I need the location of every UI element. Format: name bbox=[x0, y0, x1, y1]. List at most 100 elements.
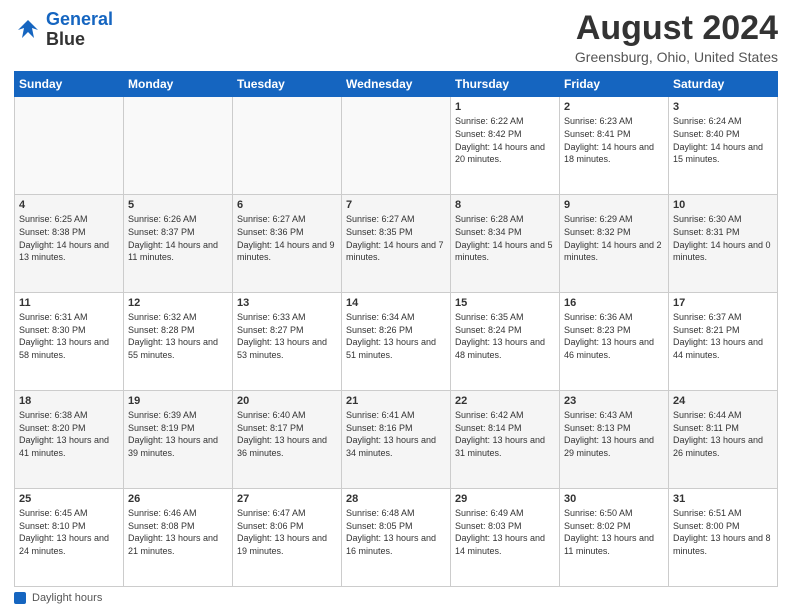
day-info: Sunrise: 6:32 AM Sunset: 8:28 PM Dayligh… bbox=[128, 311, 228, 361]
table-row: 27 Sunrise: 6:47 AM Sunset: 8:06 PM Dayli… bbox=[233, 489, 342, 587]
day-info: Sunrise: 6:22 AM Sunset: 8:42 PM Dayligh… bbox=[455, 115, 555, 165]
day-info: Sunrise: 6:33 AM Sunset: 8:27 PM Dayligh… bbox=[237, 311, 337, 361]
calendar-table: Sunday Monday Tuesday Wednesday Thursday… bbox=[14, 71, 778, 587]
day-number: 4 bbox=[19, 199, 119, 211]
day-number: 5 bbox=[128, 199, 228, 211]
table-row: 24 Sunrise: 6:44 AM Sunset: 8:11 PM Dayli… bbox=[669, 391, 778, 489]
day-info: Sunrise: 6:46 AM Sunset: 8:08 PM Dayligh… bbox=[128, 507, 228, 557]
table-row bbox=[342, 97, 451, 195]
col-wednesday: Wednesday bbox=[342, 72, 451, 97]
day-number: 6 bbox=[237, 199, 337, 211]
table-row: 3Sunrise: 6:24 AM Sunset: 8:40 PM Daylig… bbox=[669, 97, 778, 195]
day-info: Sunrise: 6:29 AM Sunset: 8:32 PM Dayligh… bbox=[564, 213, 664, 263]
calendar-week-row: 11 Sunrise: 6:31 AM Sunset: 8:30 PM Dayli… bbox=[15, 293, 778, 391]
table-row: 14Sunrise: 6:34 AM Sunset: 8:26 PM Dayli… bbox=[342, 293, 451, 391]
day-info: Sunrise: 6:35 AM Sunset: 8:24 PM Dayligh… bbox=[455, 311, 555, 361]
day-number: 26 bbox=[128, 493, 228, 505]
table-row: 1 Sunrise: 6:22 AM Sunset: 8:42 PM Daylig… bbox=[451, 97, 560, 195]
day-number: 2 bbox=[564, 101, 664, 113]
day-number: 17 bbox=[673, 297, 773, 309]
title-block: August 2024 Greensburg, Ohio, United Sta… bbox=[575, 10, 778, 65]
table-row: 6 Sunrise: 6:27 AM Sunset: 8:36 PM Daylig… bbox=[233, 195, 342, 293]
table-row: 5Sunrise: 6:26 AM Sunset: 8:37 PM Daylig… bbox=[124, 195, 233, 293]
table-row: 10 Sunrise: 6:30 AM Sunset: 8:31 PM Dayli… bbox=[669, 195, 778, 293]
table-row: 16 Sunrise: 6:36 AM Sunset: 8:23 PM Dayli… bbox=[560, 293, 669, 391]
table-row: 18 Sunrise: 6:38 AM Sunset: 8:20 PM Dayli… bbox=[15, 391, 124, 489]
day-number: 31 bbox=[673, 493, 773, 505]
logo-bird-icon bbox=[14, 16, 42, 44]
col-monday: Monday bbox=[124, 72, 233, 97]
table-row: 21Sunrise: 6:41 AM Sunset: 8:16 PM Dayli… bbox=[342, 391, 451, 489]
table-row: 19Sunrise: 6:39 AM Sunset: 8:19 PM Dayli… bbox=[124, 391, 233, 489]
day-number: 14 bbox=[346, 297, 446, 309]
table-row: 17Sunrise: 6:37 AM Sunset: 8:21 PM Dayli… bbox=[669, 293, 778, 391]
day-number: 9 bbox=[564, 199, 664, 211]
day-info: Sunrise: 6:28 AM Sunset: 8:34 PM Dayligh… bbox=[455, 213, 555, 263]
col-saturday: Saturday bbox=[669, 72, 778, 97]
calendar-week-row: 18 Sunrise: 6:38 AM Sunset: 8:20 PM Dayli… bbox=[15, 391, 778, 489]
col-tuesday: Tuesday bbox=[233, 72, 342, 97]
day-number: 25 bbox=[19, 493, 119, 505]
day-info: Sunrise: 6:30 AM Sunset: 8:31 PM Dayligh… bbox=[673, 213, 773, 263]
table-row: 29 Sunrise: 6:49 AM Sunset: 8:03 PM Dayli… bbox=[451, 489, 560, 587]
page: General Blue August 2024 Greensburg, Ohi… bbox=[0, 0, 792, 612]
day-number: 23 bbox=[564, 395, 664, 407]
table-row: 8 Sunrise: 6:28 AM Sunset: 8:34 PM Daylig… bbox=[451, 195, 560, 293]
table-row: 12Sunrise: 6:32 AM Sunset: 8:28 PM Dayli… bbox=[124, 293, 233, 391]
day-info: Sunrise: 6:31 AM Sunset: 8:30 PM Dayligh… bbox=[19, 311, 119, 361]
day-info: Sunrise: 6:51 AM Sunset: 8:00 PM Dayligh… bbox=[673, 507, 773, 557]
header: General Blue August 2024 Greensburg, Ohi… bbox=[14, 10, 778, 65]
table-row: 30 Sunrise: 6:50 AM Sunset: 8:02 PM Dayli… bbox=[560, 489, 669, 587]
footer: Daylight hours bbox=[14, 592, 778, 604]
day-info: Sunrise: 6:25 AM Sunset: 8:38 PM Dayligh… bbox=[19, 213, 119, 263]
table-row: 28Sunrise: 6:48 AM Sunset: 8:05 PM Dayli… bbox=[342, 489, 451, 587]
col-friday: Friday bbox=[560, 72, 669, 97]
table-row: 20 Sunrise: 6:40 AM Sunset: 8:17 PM Dayli… bbox=[233, 391, 342, 489]
logo: General Blue bbox=[14, 10, 113, 50]
day-number: 11 bbox=[19, 297, 119, 309]
calendar-week-row: 1 Sunrise: 6:22 AM Sunset: 8:42 PM Daylig… bbox=[15, 97, 778, 195]
day-info: Sunrise: 6:50 AM Sunset: 8:02 PM Dayligh… bbox=[564, 507, 664, 557]
col-thursday: Thursday bbox=[451, 72, 560, 97]
day-info: Sunrise: 6:27 AM Sunset: 8:36 PM Dayligh… bbox=[237, 213, 337, 263]
day-number: 22 bbox=[455, 395, 555, 407]
day-number: 30 bbox=[564, 493, 664, 505]
day-info: Sunrise: 6:48 AM Sunset: 8:05 PM Dayligh… bbox=[346, 507, 446, 557]
day-info: Sunrise: 6:27 AM Sunset: 8:35 PM Dayligh… bbox=[346, 213, 446, 263]
table-row: 2Sunrise: 6:23 AM Sunset: 8:41 PM Daylig… bbox=[560, 97, 669, 195]
table-row: 4 Sunrise: 6:25 AM Sunset: 8:38 PM Daylig… bbox=[15, 195, 124, 293]
day-number: 27 bbox=[237, 493, 337, 505]
day-info: Sunrise: 6:44 AM Sunset: 8:11 PM Dayligh… bbox=[673, 409, 773, 459]
day-number: 16 bbox=[564, 297, 664, 309]
day-info: Sunrise: 6:40 AM Sunset: 8:17 PM Dayligh… bbox=[237, 409, 337, 459]
day-number: 7 bbox=[346, 199, 446, 211]
day-number: 18 bbox=[19, 395, 119, 407]
day-number: 10 bbox=[673, 199, 773, 211]
table-row: 11 Sunrise: 6:31 AM Sunset: 8:30 PM Dayli… bbox=[15, 293, 124, 391]
day-number: 24 bbox=[673, 395, 773, 407]
calendar-header-row: Sunday Monday Tuesday Wednesday Thursday… bbox=[15, 72, 778, 97]
table-row: 15Sunrise: 6:35 AM Sunset: 8:24 PM Dayli… bbox=[451, 293, 560, 391]
day-number: 19 bbox=[128, 395, 228, 407]
month-year: August 2024 bbox=[575, 10, 778, 47]
day-number: 8 bbox=[455, 199, 555, 211]
day-number: 29 bbox=[455, 493, 555, 505]
day-info: Sunrise: 6:47 AM Sunset: 8:06 PM Dayligh… bbox=[237, 507, 337, 557]
table-row: 31 Sunrise: 6:51 AM Sunset: 8:00 PM Dayli… bbox=[669, 489, 778, 587]
day-number: 1 bbox=[455, 101, 555, 113]
table-row bbox=[124, 97, 233, 195]
day-number: 20 bbox=[237, 395, 337, 407]
table-row: 22 Sunrise: 6:42 AM Sunset: 8:14 PM Dayli… bbox=[451, 391, 560, 489]
day-info: Sunrise: 6:36 AM Sunset: 8:23 PM Dayligh… bbox=[564, 311, 664, 361]
table-row: 7 Sunrise: 6:27 AM Sunset: 8:35 PM Daylig… bbox=[342, 195, 451, 293]
day-info: Sunrise: 6:49 AM Sunset: 8:03 PM Dayligh… bbox=[455, 507, 555, 557]
day-info: Sunrise: 6:43 AM Sunset: 8:13 PM Dayligh… bbox=[564, 409, 664, 459]
calendar-week-row: 4 Sunrise: 6:25 AM Sunset: 8:38 PM Daylig… bbox=[15, 195, 778, 293]
table-row: 9 Sunrise: 6:29 AM Sunset: 8:32 PM Daylig… bbox=[560, 195, 669, 293]
col-sunday: Sunday bbox=[15, 72, 124, 97]
day-info: Sunrise: 6:38 AM Sunset: 8:20 PM Dayligh… bbox=[19, 409, 119, 459]
day-info: Sunrise: 6:42 AM Sunset: 8:14 PM Dayligh… bbox=[455, 409, 555, 459]
daylight-indicator bbox=[14, 592, 26, 604]
table-row: 26 Sunrise: 6:46 AM Sunset: 8:08 PM Dayli… bbox=[124, 489, 233, 587]
logo-text: General Blue bbox=[46, 10, 113, 50]
